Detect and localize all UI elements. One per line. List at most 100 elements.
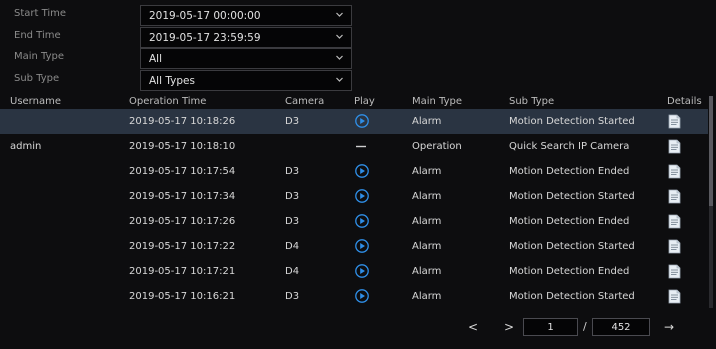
row-camera: D4 [285, 266, 300, 277]
end-time-label: End Time [14, 30, 61, 41]
row-operation-time: 2019-05-17 10:17:21 [129, 266, 236, 277]
row-sub-type: Quick Search IP Camera [509, 141, 630, 152]
details-button[interactable] [668, 289, 681, 304]
document-icon [668, 214, 681, 229]
row-sub-type: Motion Detection Ended [509, 266, 630, 277]
row-main-type: Alarm [412, 191, 442, 202]
play-button[interactable] [355, 239, 369, 253]
details-button[interactable] [668, 239, 681, 254]
column-camera[interactable]: Camera [285, 96, 324, 107]
filter-start-time: Start Time 2019-05-17 00:00:00 [0, 5, 360, 27]
search-filters: Start Time 2019-05-17 00:00:00 End Time … [0, 0, 716, 92]
table-row[interactable]: 2019-05-17 10:17:26 D3 Alarm Motion Detecti… [0, 209, 708, 234]
pagination: < > 1 / 452 → [0, 318, 716, 340]
row-camera: D3 [285, 166, 300, 177]
table-row[interactable]: 2019-05-17 10:16:21 D3 Alarm Motion Detecti… [0, 284, 708, 309]
row-camera: D4 [285, 241, 300, 252]
play-icon [355, 164, 369, 178]
row-sub-type: Motion Detection Started [509, 241, 635, 252]
row-camera: D3 [285, 191, 300, 202]
document-icon [668, 289, 681, 304]
play-button[interactable] [355, 189, 369, 203]
document-icon [668, 264, 681, 279]
row-operation-time: 2019-05-17 10:16:21 [129, 291, 236, 302]
table-scrollbar[interactable] [709, 96, 713, 308]
filter-main-type: Main Type All [0, 48, 360, 70]
play-icon [355, 239, 369, 253]
document-icon [668, 139, 681, 154]
play-button[interactable] [355, 289, 369, 303]
row-operation-time: 2019-05-17 10:18:10 [129, 141, 236, 152]
no-playback-indicator [355, 139, 367, 153]
column-play[interactable]: Play [354, 96, 375, 107]
column-username[interactable]: Username [10, 96, 61, 107]
row-main-type: Alarm [412, 116, 442, 127]
column-details[interactable]: Details [667, 96, 702, 107]
document-icon [668, 239, 681, 254]
row-username: admin [10, 141, 42, 152]
start-time-value: 2019-05-17 00:00:00 [149, 10, 261, 22]
column-operation-time[interactable]: Operation Time [129, 96, 206, 107]
start-time-field[interactable]: 2019-05-17 00:00:00 [140, 5, 352, 26]
play-icon [355, 289, 369, 303]
row-sub-type: Motion Detection Started [509, 291, 635, 302]
row-main-type: Alarm [412, 266, 442, 277]
details-button[interactable] [668, 264, 681, 279]
table-row[interactable]: admin 2019-05-17 10:18:10 Operation Quick S… [0, 134, 708, 159]
play-icon [355, 264, 369, 278]
details-button[interactable] [668, 214, 681, 229]
column-main-type[interactable]: Main Type [412, 96, 462, 107]
prev-page-button[interactable]: < [468, 320, 478, 334]
table-row[interactable]: 2019-05-17 10:17:54 D3 Alarm Motion Detecti… [0, 159, 708, 184]
page-separator: / [583, 320, 587, 333]
sub-type-label: Sub Type [14, 73, 60, 84]
play-button[interactable] [355, 114, 369, 128]
row-main-type: Alarm [412, 216, 442, 227]
sub-type-select[interactable]: All Types [140, 70, 352, 91]
document-icon [668, 189, 681, 204]
page-number-input[interactable]: 1 [523, 318, 578, 336]
row-operation-time: 2019-05-17 10:17:26 [129, 216, 236, 227]
details-button[interactable] [668, 164, 681, 179]
row-operation-time: 2019-05-17 10:18:26 [129, 116, 236, 127]
row-camera: D3 [285, 291, 300, 302]
table-row[interactable]: 2019-05-17 10:17:22 D4 Alarm Motion Detecti… [0, 234, 708, 259]
chevron-down-icon [336, 54, 343, 61]
row-sub-type: Motion Detection Started [509, 191, 635, 202]
main-type-value: All [149, 53, 163, 65]
total-pages: 452 [592, 318, 650, 336]
row-camera: D3 [285, 116, 300, 127]
main-type-label: Main Type [14, 51, 65, 62]
end-time-field[interactable]: 2019-05-17 23:59:59 [140, 27, 352, 48]
row-operation-time: 2019-05-17 10:17:22 [129, 241, 236, 252]
filter-sub-type: Sub Type All Types [0, 70, 360, 92]
scrollbar-thumb[interactable] [709, 96, 713, 206]
table-row[interactable]: 2019-05-17 10:17:21 D4 Alarm Motion Detecti… [0, 259, 708, 284]
next-page-button[interactable]: > [504, 320, 514, 334]
table-row[interactable]: 2019-05-17 10:17:34 D3 Alarm Motion Detecti… [0, 184, 708, 209]
row-camera: D3 [285, 216, 300, 227]
table-row[interactable]: 2019-05-17 10:18:26 D3 Alarm Motion Detecti… [0, 109, 708, 134]
filter-end-time: End Time 2019-05-17 23:59:59 [0, 27, 360, 49]
row-operation-time: 2019-05-17 10:17:34 [129, 191, 236, 202]
row-sub-type: Motion Detection Ended [509, 166, 630, 177]
chevron-down-icon [336, 11, 343, 18]
row-operation-time: 2019-05-17 10:17:54 [129, 166, 236, 177]
document-icon [668, 114, 681, 129]
row-sub-type: Motion Detection Started [509, 116, 635, 127]
go-to-page-button[interactable]: → [664, 320, 674, 334]
details-button[interactable] [668, 189, 681, 204]
play-button[interactable] [355, 214, 369, 228]
details-button[interactable] [668, 139, 681, 154]
row-main-type: Operation [412, 141, 462, 152]
play-icon [355, 189, 369, 203]
row-sub-type: Motion Detection Ended [509, 216, 630, 227]
play-button[interactable] [355, 264, 369, 278]
details-button[interactable] [668, 114, 681, 129]
table-header: Username Operation Time Camera Play Main… [0, 93, 716, 109]
chevron-down-icon [336, 76, 343, 83]
column-sub-type[interactable]: Sub Type [509, 96, 554, 107]
main-type-select[interactable]: All [140, 48, 352, 69]
sub-type-value: All Types [149, 75, 195, 87]
play-button[interactable] [355, 164, 369, 178]
